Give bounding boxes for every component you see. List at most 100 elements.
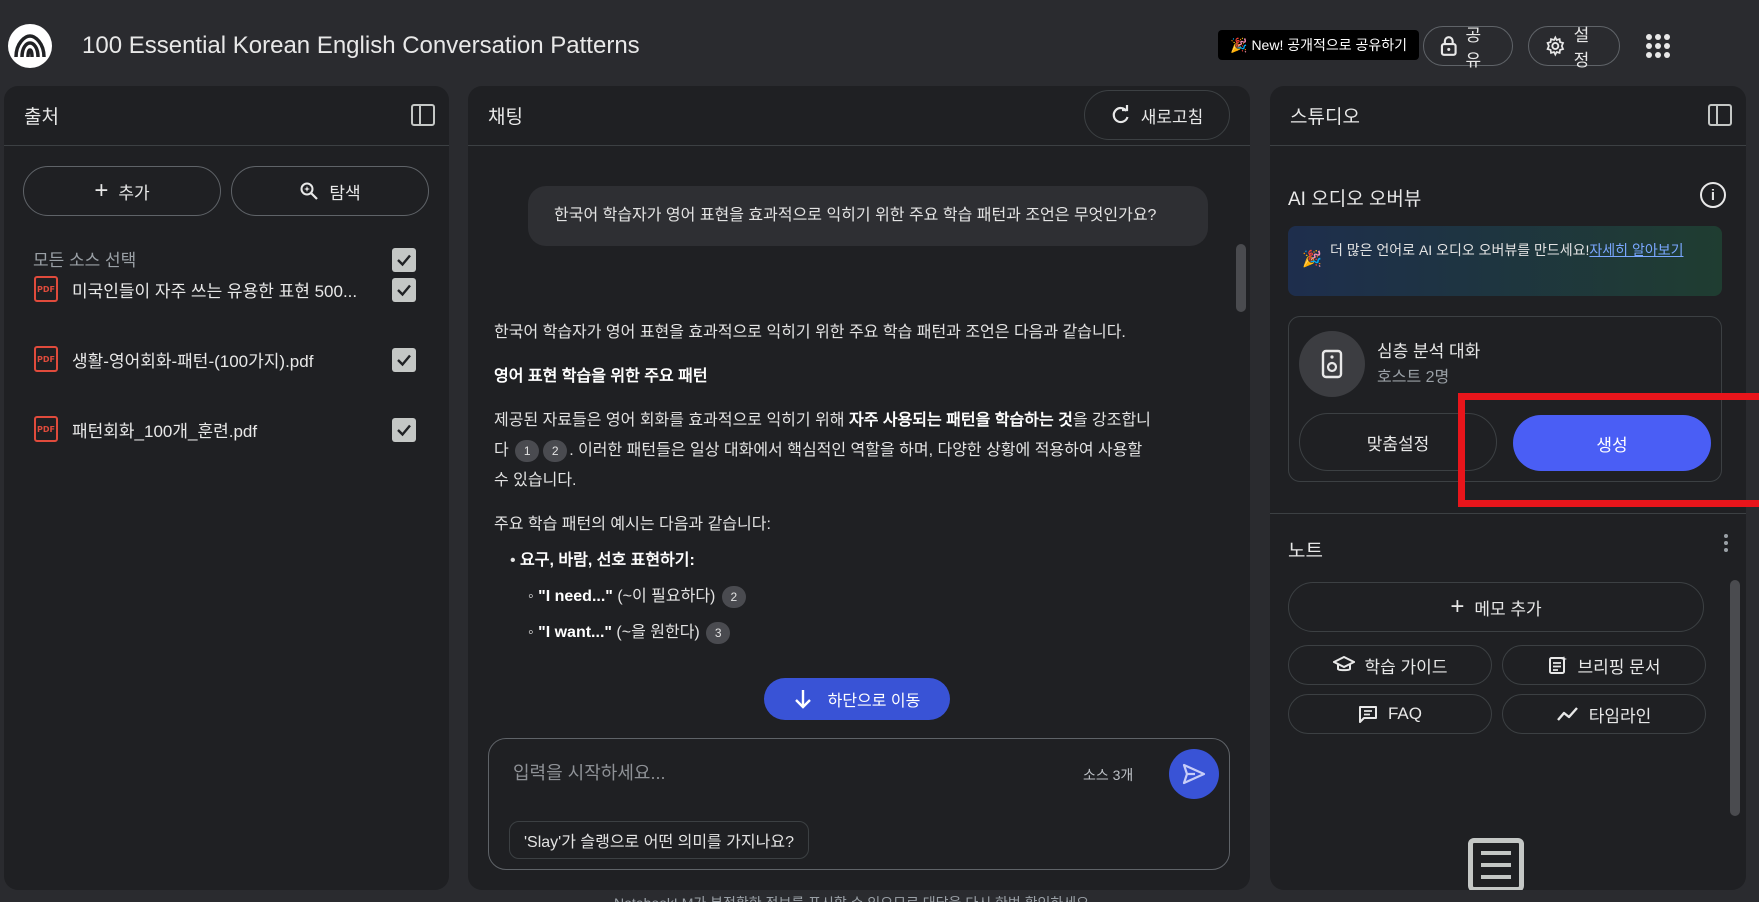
timeline-label: 타임라인: [1588, 706, 1652, 726]
speaker-icon: [1299, 331, 1365, 397]
notebook-title[interactable]: 100 Essential Korean English Conversatio…: [82, 32, 640, 60]
sources-panel: 출처 + 추가 탐색 모든 소스 선택 PDF 미국인들이 자주 쓰는 유용한 …: [4, 86, 449, 890]
timeline-button[interactable]: 타임라인: [1502, 694, 1706, 734]
trending-line-icon: [1556, 707, 1578, 721]
source-item[interactable]: PDF 생활-영어회화-패턴-(100가지).pdf: [34, 346, 313, 372]
briefing-doc-icon: [1548, 656, 1567, 674]
source-name: 패턴회화_100개_훈련.pdf: [72, 421, 258, 441]
plus-icon: +: [1450, 593, 1465, 620]
share-button[interactable]: 공유: [1423, 26, 1513, 70]
arrow-down-icon: [794, 690, 811, 709]
new-share-label: New! 공개적으로 공유하기: [1251, 37, 1408, 53]
audio-overview-title: AI 오디오 오버뷰: [1288, 189, 1422, 210]
chat-title: 채팅: [488, 107, 523, 128]
suggested-question-chip[interactable]: 'Slay'가 슬랭으로 어떤 의미를 가지나요?: [509, 821, 809, 859]
sources-title: 출처: [24, 107, 59, 128]
studio-header: 스튜디오: [1270, 86, 1746, 146]
source-item[interactable]: PDF 미국인들이 자주 쓰는 유용한 표현 500...: [34, 276, 357, 302]
source-name: 미국인들이 자주 쓰는 유용한 표현 500...: [72, 281, 358, 301]
chat-bubble-icon: [1358, 706, 1377, 723]
source-count: 소스 3개: [1083, 767, 1134, 783]
deep-dive-title: 심층 분석 대화: [1377, 342, 1481, 361]
add-source-button[interactable]: + 추가: [23, 166, 221, 216]
answer-paragraph: 제공된 자료들은 영어 회화를 효과적으로 익히기 위해 자주 사용되는 패턴을…: [494, 412, 1151, 489]
learn-more-link[interactable]: 자세히 알아보기: [1589, 242, 1683, 258]
pdf-icon: PDF: [34, 276, 58, 302]
chat-input-box: 소스 3개 'Slay'가 슬랭으로 어떤 의미를 가지나요?: [488, 738, 1230, 870]
chat-input[interactable]: [513, 757, 1073, 789]
share-label: 공유: [1465, 26, 1482, 70]
notebooklm-logo-icon[interactable]: [8, 24, 52, 68]
refresh-label: 새로고침: [1140, 107, 1204, 127]
divider: [1270, 513, 1746, 514]
briefing-doc-label: 브리핑 문서: [1577, 657, 1661, 677]
audio-promo-banner: 🎉 더 많은 언어로 AI 오디오 오버뷰를 만드세요!자세히 알아보기: [1288, 226, 1722, 296]
deep-dive-hosts: 호스트 2명: [1377, 369, 1450, 386]
sources-header: 출처: [4, 86, 449, 146]
scroll-to-bottom-button[interactable]: 하단으로 이동: [764, 678, 950, 720]
study-guide-button[interactable]: 학습 가이드: [1288, 645, 1492, 685]
chat-scrollbar[interactable]: [1236, 244, 1246, 312]
briefing-doc-button[interactable]: 브리핑 문서: [1502, 645, 1706, 685]
settings-button[interactable]: 설정: [1528, 26, 1620, 70]
refresh-button[interactable]: 새로고침: [1084, 90, 1230, 140]
citation-badge[interactable]: 2: [543, 439, 568, 462]
apps-grid-icon[interactable]: [1646, 34, 1670, 58]
discover-sources-button[interactable]: 탐색: [231, 166, 429, 216]
notes-title: 노트: [1288, 541, 1323, 562]
add-note-label: 메모 추가: [1474, 599, 1542, 619]
info-icon[interactable]: i: [1700, 182, 1726, 208]
select-all-sources-label: 모든 소스 선택: [33, 251, 137, 270]
source-item[interactable]: PDF 패턴회화_100개_훈련.pdf: [34, 416, 257, 442]
graduation-cap-icon: [1332, 656, 1355, 672]
select-all-checkbox[interactable]: [392, 248, 416, 272]
source-checkbox[interactable]: [392, 348, 416, 372]
study-guide-label: 학습 가이드: [1364, 657, 1448, 677]
faq-button[interactable]: FAQ: [1288, 694, 1492, 734]
studio-scrollbar[interactable]: [1730, 580, 1740, 816]
citation-badge[interactable]: 3: [706, 621, 731, 644]
citation-badge[interactable]: 1: [515, 439, 540, 462]
answer-sub-bullet: ◦ "I need..." (~이 필요하다) 2: [494, 582, 1154, 612]
discover-sources-label: 탐색: [329, 183, 361, 203]
promo-text: 더 많은 언어로 AI 오디오 오버뷰를 만드세요!: [1330, 242, 1590, 258]
collapse-panel-icon[interactable]: [1708, 104, 1732, 126]
party-popper-icon: 🎉: [1302, 251, 1322, 268]
refresh-icon: [1112, 105, 1129, 124]
scroll-to-bottom-label: 하단으로 이동: [827, 693, 921, 710]
answer-sub-bullet: ◦ "I want..." (~을 원한다) 3: [494, 618, 1154, 648]
source-actions: + 추가 탐색: [23, 166, 429, 216]
send-icon: [1182, 763, 1206, 785]
add-source-label: 추가: [118, 183, 150, 203]
disclaimer-text: NotebookLM가 부정확한 정보를 표시할 수 있으므로 대답을 다시 한…: [614, 893, 1093, 902]
answer-bullet: • 요구, 바람, 선호 표현하기:: [510, 552, 695, 569]
top-bar: 100 Essential Korean English Conversatio…: [0, 0, 1759, 86]
answer-intro: 한국어 학습자가 영어 표현을 효과적으로 익히기 위한 주요 학습 패턴과 조…: [494, 324, 1126, 341]
answer-examples-intro: 주요 학습 패턴의 예시는 다음과 같습니다:: [494, 516, 771, 533]
chat-panel: 채팅 새로고침 한국어 학습자가 영어 표현을 효과적으로 익히기 위한 주요 …: [468, 86, 1250, 890]
add-note-button[interactable]: + 메모 추가: [1288, 582, 1704, 632]
source-name: 생활-영어회화-패턴-(100가지).pdf: [72, 351, 314, 371]
highlight-annotation-box: [1458, 393, 1759, 507]
source-checkbox[interactable]: [392, 278, 416, 302]
note-document-icon: [1468, 838, 1524, 890]
user-message: 한국어 학습자가 영어 표현을 효과적으로 익히기 위한 주요 학습 패턴과 조…: [528, 186, 1208, 246]
studio-title: 스튜디오: [1290, 107, 1360, 128]
new-public-share-banner[interactable]: 🎉 New! 공개적으로 공유하기: [1218, 30, 1420, 60]
assistant-answer: 한국어 학습자가 영어 표현을 효과적으로 익히기 위한 주요 학습 패턴과 조…: [494, 318, 1154, 662]
chat-header: 채팅 새로고침: [468, 86, 1250, 146]
collapse-panel-icon[interactable]: [411, 104, 435, 126]
more-options-icon[interactable]: [1724, 534, 1728, 552]
lock-icon: [1440, 36, 1457, 56]
gear-icon: [1546, 35, 1565, 57]
pdf-icon: PDF: [34, 346, 58, 372]
answer-heading: 영어 표현 학습을 위한 주요 패턴: [494, 368, 708, 385]
settings-label: 설정: [1573, 26, 1590, 70]
citation-badge[interactable]: 2: [721, 585, 746, 608]
pdf-icon: PDF: [34, 416, 58, 442]
search-sparkle-icon: [300, 182, 319, 200]
party-popper-icon: 🎉: [1230, 36, 1248, 53]
faq-label: FAQ: [1387, 704, 1422, 723]
source-checkbox[interactable]: [392, 418, 416, 442]
send-button[interactable]: [1169, 749, 1219, 799]
